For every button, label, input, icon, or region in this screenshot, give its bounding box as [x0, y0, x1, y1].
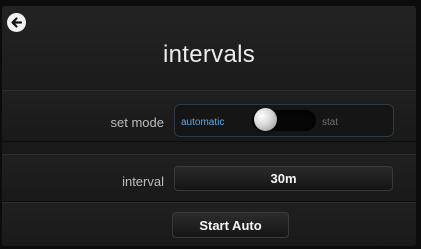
arrow-left-icon [11, 17, 23, 28]
action-row: Start Auto [2, 202, 416, 246]
page-title: intervals [162, 41, 256, 68]
app-screen: intervals set mode automatic stat interv… [2, 6, 416, 246]
interval-selector[interactable]: 30m [174, 166, 393, 191]
start-auto-button[interactable]: Start Auto [172, 212, 289, 238]
mode-toggle[interactable]: automatic stat [174, 104, 394, 137]
toggle-knob[interactable] [254, 108, 277, 131]
mode-option-automatic[interactable]: automatic [181, 117, 224, 128]
interval-row: interval 30m [2, 154, 416, 202]
mode-option-stat[interactable]: stat [322, 117, 338, 128]
toggle-track[interactable] [252, 108, 316, 131]
interval-label: interval [122, 174, 164, 189]
mode-row: set mode automatic stat [2, 90, 416, 142]
back-button[interactable] [7, 13, 26, 32]
mode-label: set mode [110, 115, 164, 130]
